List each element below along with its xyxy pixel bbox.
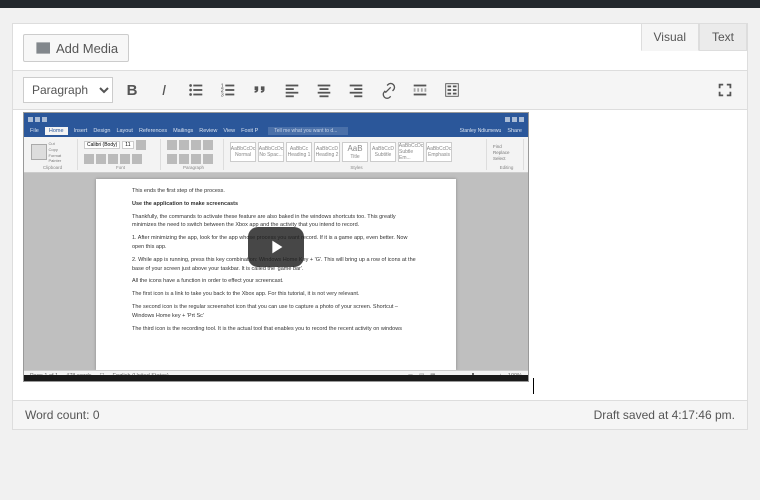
draft-saved-status: Draft saved at 4:17:46 pm. — [594, 408, 735, 422]
italic-button[interactable]: I — [151, 77, 177, 103]
add-media-label: Add Media — [56, 41, 118, 56]
align-left-button[interactable] — [279, 77, 305, 103]
play-button[interactable] — [248, 227, 304, 267]
format-select[interactable]: Paragraph — [23, 77, 113, 103]
align-right-button[interactable] — [343, 77, 369, 103]
play-icon — [265, 236, 287, 258]
bullet-list-button[interactable] — [183, 77, 209, 103]
video-embed[interactable]: File Home Insert Design Layout Reference… — [23, 112, 529, 382]
fullscreen-button[interactable] — [713, 78, 737, 102]
tab-visual[interactable]: Visual — [641, 24, 699, 51]
editor-container: Add Media Visual Text Paragraph B I 123 — [12, 23, 748, 430]
add-media-button[interactable]: Add Media — [23, 34, 129, 62]
align-center-button[interactable] — [311, 77, 337, 103]
text-cursor — [533, 378, 534, 394]
editor-content-area[interactable]: File Home Insert Design Layout Reference… — [13, 110, 747, 400]
read-more-button[interactable] — [407, 77, 433, 103]
editor-footer: Word count: 0 Draft saved at 4:17:46 pm. — [13, 400, 747, 429]
word-count: Word count: 0 — [25, 408, 100, 422]
video-progress-bar[interactable] — [24, 375, 528, 381]
tab-text[interactable]: Text — [699, 24, 747, 51]
editor-mode-tabs: Visual Text — [641, 24, 747, 51]
bold-button[interactable]: B — [119, 77, 145, 103]
admin-topbar — [0, 0, 760, 8]
link-button[interactable] — [375, 77, 401, 103]
formatting-toolbar: Paragraph B I 123 — [13, 70, 747, 110]
media-icon — [34, 40, 50, 56]
svg-text:3: 3 — [221, 92, 224, 98]
blockquote-button[interactable] — [247, 77, 273, 103]
toolbar-toggle-button[interactable] — [439, 77, 465, 103]
numbered-list-button[interactable]: 123 — [215, 77, 241, 103]
editor-upper-row: Add Media Visual Text — [13, 24, 747, 70]
